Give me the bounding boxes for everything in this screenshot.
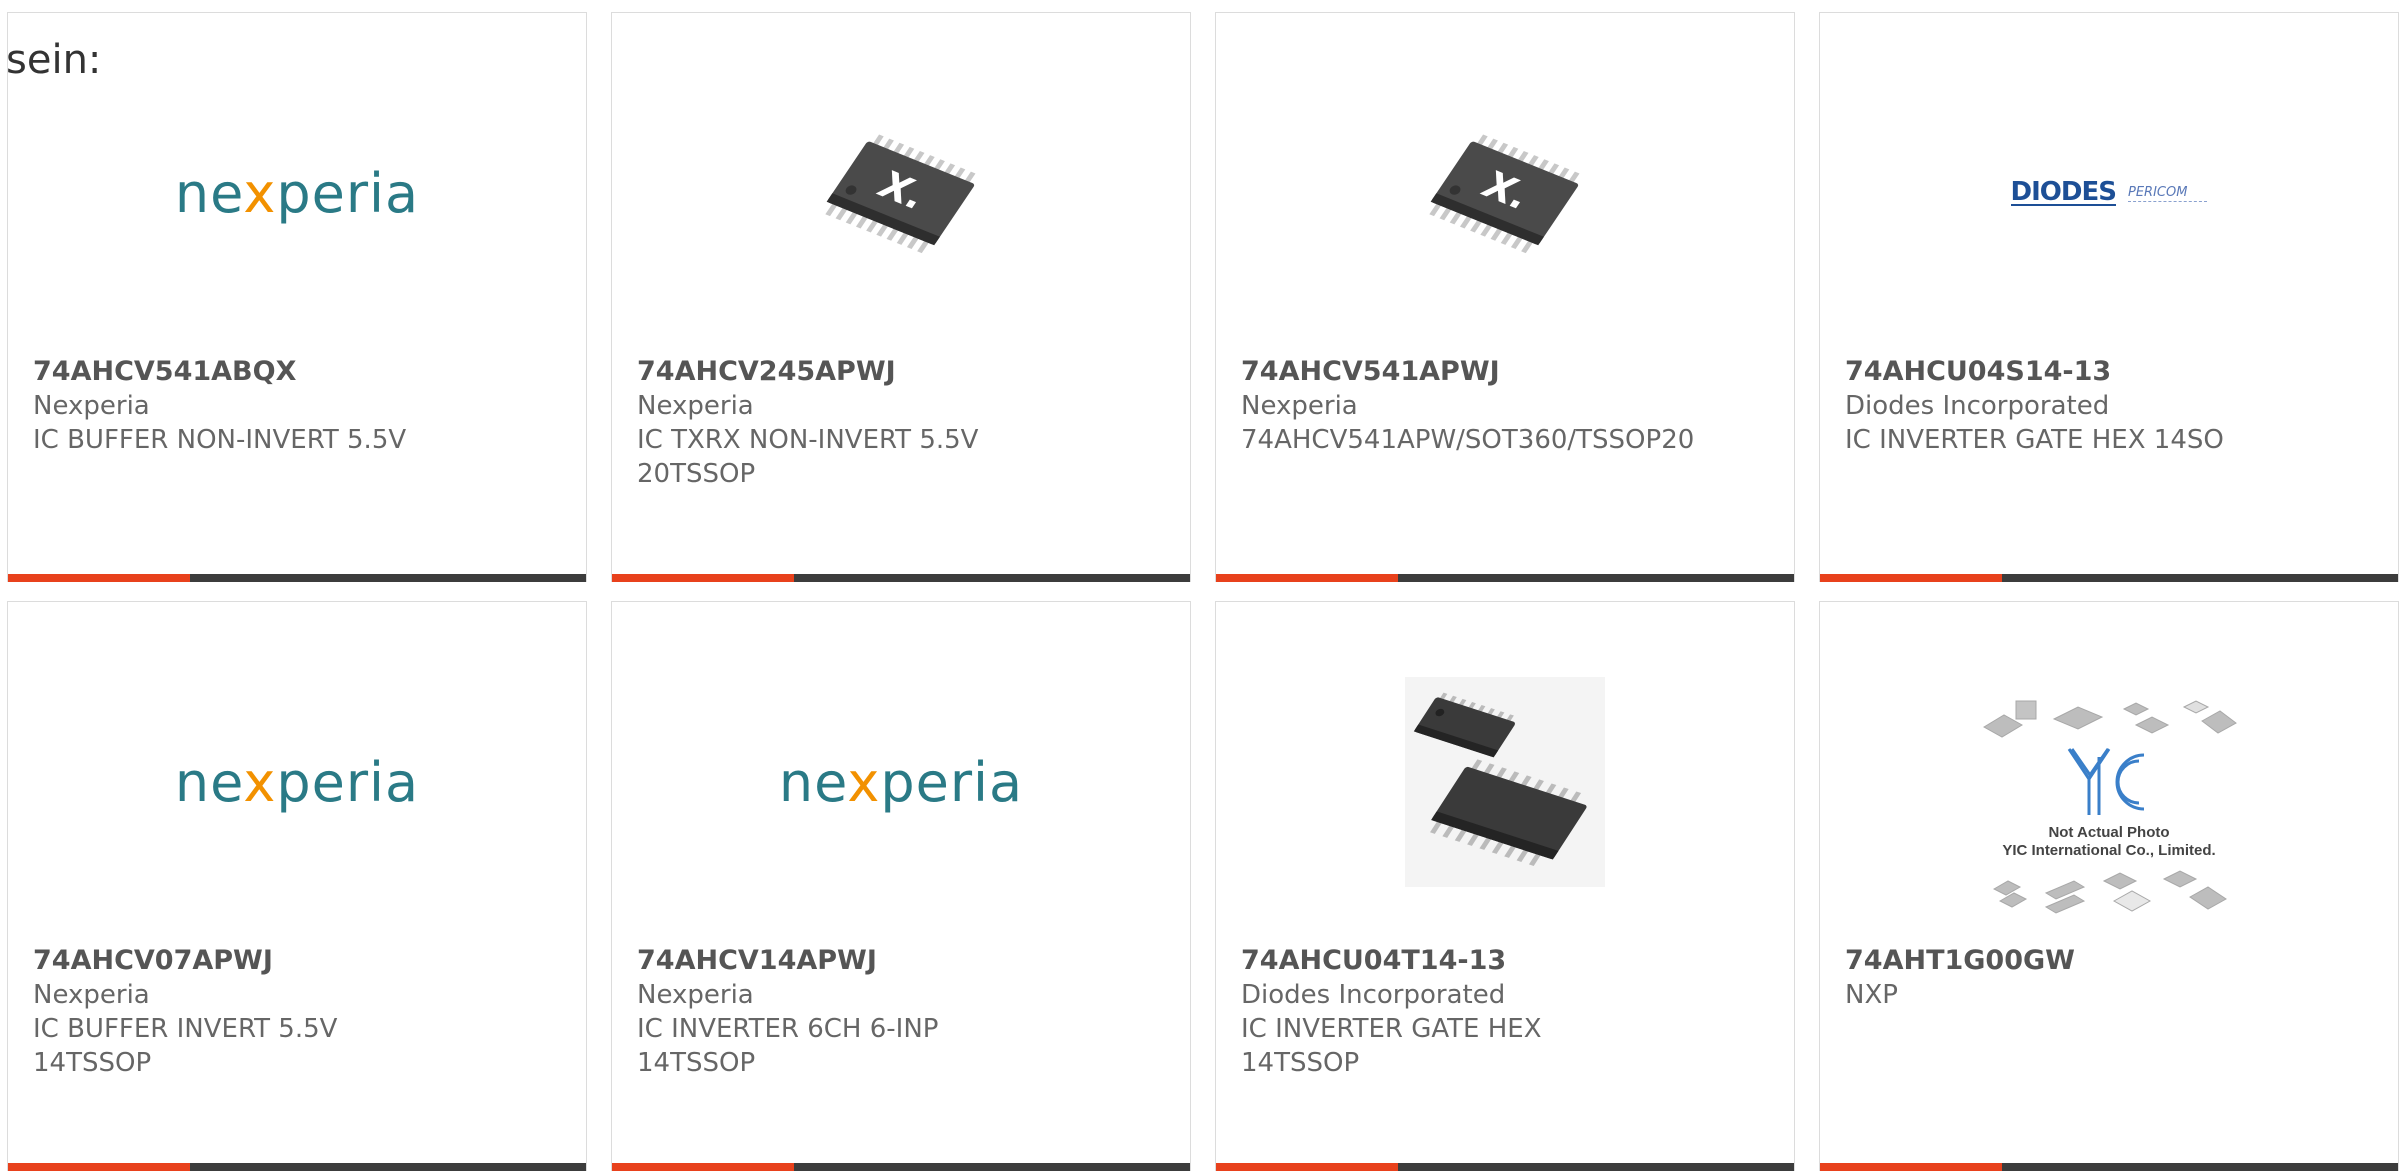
product-image-tssop-chip[interactable]: X. — [1216, 73, 1794, 313]
product-info: 74AHCV245APWJ Nexperia IC TXRX NON-INVER… — [637, 355, 1170, 491]
product-card[interactable]: 74AHCU04T14-13 Diodes Incorporated IC IN… — [1215, 601, 1795, 1171]
manufacturer-name: Nexperia — [637, 391, 754, 421]
nexperia-logo: nexperia — [174, 161, 420, 225]
product-card[interactable]: X. 74AHCV245APWJ Nexperia IC TXRX NON-IN… — [611, 12, 1191, 582]
product-description-2: 14TSSOP — [33, 1048, 152, 1078]
card-bottom-bar — [8, 574, 586, 582]
yic-placeholder-icon: Not Actual Photo YIC International Co., … — [1983, 700, 2237, 914]
product-description: IC INVERTER GATE HEX — [1241, 1014, 1542, 1044]
product-info: 74AHCU04T14-13 Diodes Incorporated IC IN… — [1241, 944, 1774, 1080]
nexperia-logo: nexperia — [174, 750, 420, 814]
card-bottom-bar — [1216, 1163, 1794, 1171]
product-image-diodes-logo[interactable]: DIODES PERICOM — [1820, 73, 2398, 313]
product-card[interactable]: nexperia 74AHCV07APWJ Nexperia IC BUFFER… — [7, 601, 587, 1171]
svg-text:YIC International Co., Limited: YIC International Co., Limited. — [2002, 842, 2215, 859]
part-number-link[interactable]: 74AHCV07APWJ — [33, 944, 566, 978]
product-description-2: 14TSSOP — [1241, 1048, 1360, 1078]
tssop20-chip-icon: X. — [825, 134, 976, 254]
product-description-2: 20TSSOP — [637, 459, 756, 489]
product-card[interactable]: DIODES PERICOM 74AHCU04S14-13 Diodes Inc… — [1819, 12, 2399, 582]
part-number-link[interactable]: 74AHCV541APWJ — [1241, 355, 1774, 389]
manufacturer-name: Nexperia — [33, 391, 150, 421]
manufacturer-name: Diodes Incorporated — [1845, 391, 2110, 421]
product-info: 74AHCV14APWJ Nexperia IC INVERTER 6CH 6-… — [637, 944, 1170, 1080]
product-image-nexperia-logo[interactable]: nexperia — [8, 662, 586, 902]
product-info: 74AHT1G00GW NXP — [1845, 944, 2378, 1012]
product-info: 74AHCU04S14-13 Diodes Incorporated IC IN… — [1845, 355, 2378, 457]
part-number-link[interactable]: 74AHCV14APWJ — [637, 944, 1170, 978]
card-bar-accent — [8, 1163, 190, 1171]
card-bottom-bar — [1820, 1163, 2398, 1171]
nexperia-logo: nexperia — [778, 750, 1024, 814]
card-bottom-bar — [612, 574, 1190, 582]
product-info: 74AHCV07APWJ Nexperia IC BUFFER INVERT 5… — [33, 944, 566, 1080]
card-bar-accent — [612, 574, 794, 582]
card-bottom-bar — [1820, 574, 2398, 582]
product-card[interactable]: Not Actual Photo YIC International Co., … — [1819, 601, 2399, 1171]
card-bottom-bar — [8, 1163, 586, 1171]
product-card[interactable]: nexperia 74AHCV14APWJ Nexperia IC INVERT… — [611, 601, 1191, 1171]
card-bar-accent — [1216, 574, 1398, 582]
card-bar-accent — [1216, 1163, 1398, 1171]
card-bottom-bar — [1216, 574, 1794, 582]
part-number-link[interactable]: 74AHT1G00GW — [1845, 944, 2378, 978]
card-bar-accent — [1820, 574, 2002, 582]
product-info: 74AHCV541ABQX Nexperia IC BUFFER NON-INV… — [33, 355, 566, 457]
product-description: IC INVERTER 6CH 6-INP — [637, 1014, 939, 1044]
part-number-link[interactable]: 74AHCU04S14-13 — [1845, 355, 2378, 389]
svg-text:Not Actual Photo: Not Actual Photo — [2048, 824, 2169, 841]
product-info: 74AHCV541APWJ Nexperia 74AHCV541APW/SOT3… — [1241, 355, 1774, 457]
part-number-link[interactable]: 74AHCU04T14-13 — [1241, 944, 1774, 978]
product-description: IC BUFFER INVERT 5.5V — [33, 1014, 338, 1044]
part-number-link[interactable]: 74AHCV245APWJ — [637, 355, 1170, 389]
product-description: IC INVERTER GATE HEX 14SO — [1845, 425, 2224, 455]
manufacturer-name: Nexperia — [33, 980, 150, 1010]
card-bar-accent — [8, 574, 190, 582]
tssop20-chip-icon: X. — [1429, 134, 1580, 254]
product-description: 74AHCV541APW/SOT360/TSSOP20 — [1241, 425, 1695, 455]
product-description: IC BUFFER NON-INVERT 5.5V — [33, 425, 407, 455]
manufacturer-name: Diodes Incorporated — [1241, 980, 1506, 1010]
part-number-link[interactable]: 74AHCV541ABQX — [33, 355, 566, 389]
product-image-tssop14-chips[interactable] — [1216, 662, 1794, 902]
card-bottom-bar — [612, 1163, 1190, 1171]
manufacturer-name: Nexperia — [1241, 391, 1358, 421]
tssop14-chips-icon — [1405, 677, 1605, 887]
diodes-pericom-logo: DIODES PERICOM — [2010, 179, 2208, 206]
manufacturer-name: Nexperia — [637, 980, 754, 1010]
intro-text: sein: — [6, 37, 102, 83]
product-image-nexperia-logo[interactable]: nexperia — [8, 73, 586, 313]
product-card[interactable]: X. 74AHCV541APWJ Nexperia 74AHCV541APW/S… — [1215, 12, 1795, 582]
card-bar-accent — [1820, 1163, 2002, 1171]
product-image-tssop-chip[interactable]: X. — [612, 73, 1190, 313]
product-card[interactable]: nexperia 74AHCV541ABQX Nexperia IC BUFFE… — [7, 12, 587, 582]
card-bar-accent — [612, 1163, 794, 1171]
product-image-nexperia-logo[interactable]: nexperia — [612, 662, 1190, 902]
product-description-2: 14TSSOP — [637, 1048, 756, 1078]
product-image-yic-placeholder[interactable]: Not Actual Photo YIC International Co., … — [1820, 682, 2398, 932]
manufacturer-name: NXP — [1845, 980, 1898, 1010]
product-grid: nexperia 74AHCV541ABQX Nexperia IC BUFFE… — [7, 12, 2400, 1171]
product-description: IC TXRX NON-INVERT 5.5V — [637, 425, 979, 455]
